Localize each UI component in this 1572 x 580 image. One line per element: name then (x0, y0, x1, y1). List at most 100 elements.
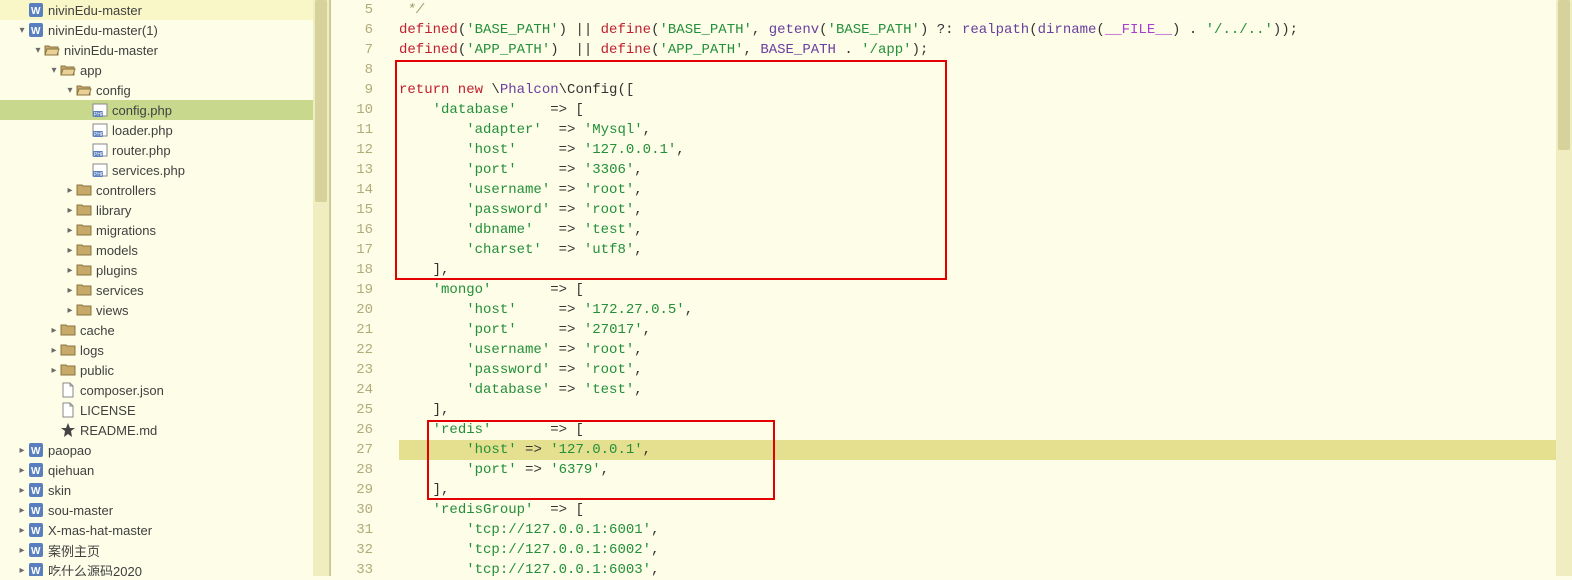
fold-marker[interactable] (381, 0, 395, 20)
code-line[interactable]: defined('BASE_PATH') || define('BASE_PAT… (399, 20, 1572, 40)
fold-marker[interactable] (381, 240, 395, 260)
code-line[interactable]: ], (399, 400, 1572, 420)
editor-scrollbar[interactable] (1556, 0, 1572, 576)
fold-marker[interactable] (381, 380, 395, 400)
code-line[interactable]: ], (399, 260, 1572, 280)
fold-marker[interactable] (381, 460, 395, 480)
tree-item-readme-md[interactable]: README.md (0, 420, 329, 440)
code-line[interactable]: 'charset' => 'utf8', (399, 240, 1572, 260)
fold-marker[interactable] (381, 540, 395, 560)
sidebar-scrollbar[interactable] (313, 0, 329, 576)
fold-marker[interactable] (381, 440, 395, 460)
tree-item-models[interactable]: ▸models (0, 240, 329, 260)
code-line[interactable]: 'dbname' => 'test', (399, 220, 1572, 240)
tree-item-composer-json[interactable]: composer.json (0, 380, 329, 400)
code-line[interactable]: 'redisGroup' => [ (399, 500, 1572, 520)
tree-item-migrations[interactable]: ▸migrations (0, 220, 329, 240)
chevron-right-icon[interactable]: ▸ (16, 540, 28, 560)
tree-item-nivinedu-master[interactable]: WnivinEdu-master (0, 0, 329, 20)
chevron-right-icon[interactable]: ▸ (64, 280, 76, 300)
code-line[interactable]: 'host' => '127.0.0.1', (399, 140, 1572, 160)
code-line[interactable]: 'tcp://127.0.0.1:6003', (399, 560, 1572, 580)
tree-item-views[interactable]: ▸views (0, 300, 329, 320)
code-line[interactable]: 'redis' => [ (399, 420, 1572, 440)
code-line[interactable]: 'adapter' => 'Mysql', (399, 120, 1572, 140)
tree-item-skin[interactable]: ▸Wskin (0, 480, 329, 500)
code-line[interactable]: 'host' => '127.0.0.1', (399, 440, 1572, 460)
tree-item-config-php[interactable]: PHPconfig.php (0, 100, 329, 120)
fold-marker[interactable] (381, 320, 395, 340)
chevron-right-icon[interactable]: ▸ (16, 440, 28, 460)
code-line[interactable]: 'username' => 'root', (399, 180, 1572, 200)
tree-item-license[interactable]: LICENSE (0, 400, 329, 420)
chevron-right-icon[interactable]: ▸ (48, 340, 60, 360)
fold-marker[interactable] (381, 560, 395, 580)
fold-marker[interactable] (381, 60, 395, 80)
tree-item-plugins[interactable]: ▸plugins (0, 260, 329, 280)
chevron-right-icon[interactable]: ▸ (16, 520, 28, 540)
chevron-down-icon[interactable]: ▾ (32, 40, 44, 60)
editor[interactable]: 5678910111213141516171819202122232425262… (331, 0, 1572, 576)
tree-item-cache[interactable]: ▸cache (0, 320, 329, 340)
fold-marker[interactable] (381, 40, 395, 60)
chevron-right-icon[interactable]: ▸ (16, 460, 28, 480)
tree-item-loader-php[interactable]: PHPloader.php (0, 120, 329, 140)
fold-marker[interactable] (381, 420, 395, 440)
tree-item-nivinedu-master[interactable]: ▾nivinEdu-master (0, 40, 329, 60)
chevron-right-icon[interactable]: ▸ (64, 260, 76, 280)
chevron-right-icon[interactable]: ▸ (64, 180, 76, 200)
fold-marker[interactable] (381, 200, 395, 220)
code-line[interactable]: 'tcp://127.0.0.1:6001', (399, 520, 1572, 540)
fold-marker[interactable] (381, 100, 395, 120)
tree-item-public[interactable]: ▸public (0, 360, 329, 380)
code-line[interactable] (399, 60, 1572, 80)
code-line[interactable]: 'host' => '172.27.0.5', (399, 300, 1572, 320)
code-line[interactable]: */ (399, 0, 1572, 20)
fold-marker[interactable] (381, 500, 395, 520)
fold-marker[interactable] (381, 220, 395, 240)
tree-item-config[interactable]: ▾config (0, 80, 329, 100)
tree-item-paopao[interactable]: ▸Wpaopao (0, 440, 329, 460)
fold-marker[interactable] (381, 160, 395, 180)
code-line[interactable]: 'port' => '27017', (399, 320, 1572, 340)
tree-item-router-php[interactable]: PHProuter.php (0, 140, 329, 160)
tree-item-controllers[interactable]: ▸controllers (0, 180, 329, 200)
code-line[interactable]: 'mongo' => [ (399, 280, 1572, 300)
code-area[interactable]: */defined('BASE_PATH') || define('BASE_P… (395, 0, 1572, 576)
chevron-right-icon[interactable]: ▸ (16, 500, 28, 520)
tree-item-services-php[interactable]: PHPservices.php (0, 160, 329, 180)
fold-marker[interactable] (381, 260, 395, 280)
chevron-down-icon[interactable]: ▾ (64, 80, 76, 100)
chevron-right-icon[interactable]: ▸ (64, 240, 76, 260)
chevron-right-icon[interactable]: ▸ (48, 320, 60, 340)
code-line[interactable]: 'port' => '6379', (399, 460, 1572, 480)
project-tree[interactable]: WnivinEdu-master▾WnivinEdu-master(1)▾niv… (0, 0, 330, 576)
tree-item-x-mas-hat-master[interactable]: ▸WX-mas-hat-master (0, 520, 329, 540)
fold-marker[interactable] (381, 480, 395, 500)
fold-marker[interactable] (381, 520, 395, 540)
code-line[interactable]: 'username' => 'root', (399, 340, 1572, 360)
fold-column[interactable] (381, 0, 395, 576)
tree-item--[interactable]: ▸W案例主页 (0, 540, 329, 560)
code-line[interactable]: 'password' => 'root', (399, 200, 1572, 220)
tree-item-library[interactable]: ▸library (0, 200, 329, 220)
tree-item--2020[interactable]: ▸W吃什么源码2020 (0, 560, 329, 576)
chevron-right-icon[interactable]: ▸ (64, 200, 76, 220)
tree-item-services[interactable]: ▸services (0, 280, 329, 300)
tree-item-app[interactable]: ▾app (0, 60, 329, 80)
tree-item-logs[interactable]: ▸logs (0, 340, 329, 360)
code-line[interactable]: 'password' => 'root', (399, 360, 1572, 380)
code-line[interactable]: return new \Phalcon\Config([ (399, 80, 1572, 100)
fold-marker[interactable] (381, 280, 395, 300)
tree-item-nivinedu-master-1-[interactable]: ▾WnivinEdu-master(1) (0, 20, 329, 40)
chevron-down-icon[interactable]: ▾ (16, 20, 28, 40)
tree-item-qiehuan[interactable]: ▸Wqiehuan (0, 460, 329, 480)
fold-marker[interactable] (381, 120, 395, 140)
fold-marker[interactable] (381, 340, 395, 360)
tree-item-sou-master[interactable]: ▸Wsou-master (0, 500, 329, 520)
code-line[interactable]: 'tcp://127.0.0.1:6002', (399, 540, 1572, 560)
code-line[interactable]: 'database' => 'test', (399, 380, 1572, 400)
fold-marker[interactable] (381, 80, 395, 100)
chevron-right-icon[interactable]: ▸ (16, 560, 28, 576)
fold-marker[interactable] (381, 360, 395, 380)
